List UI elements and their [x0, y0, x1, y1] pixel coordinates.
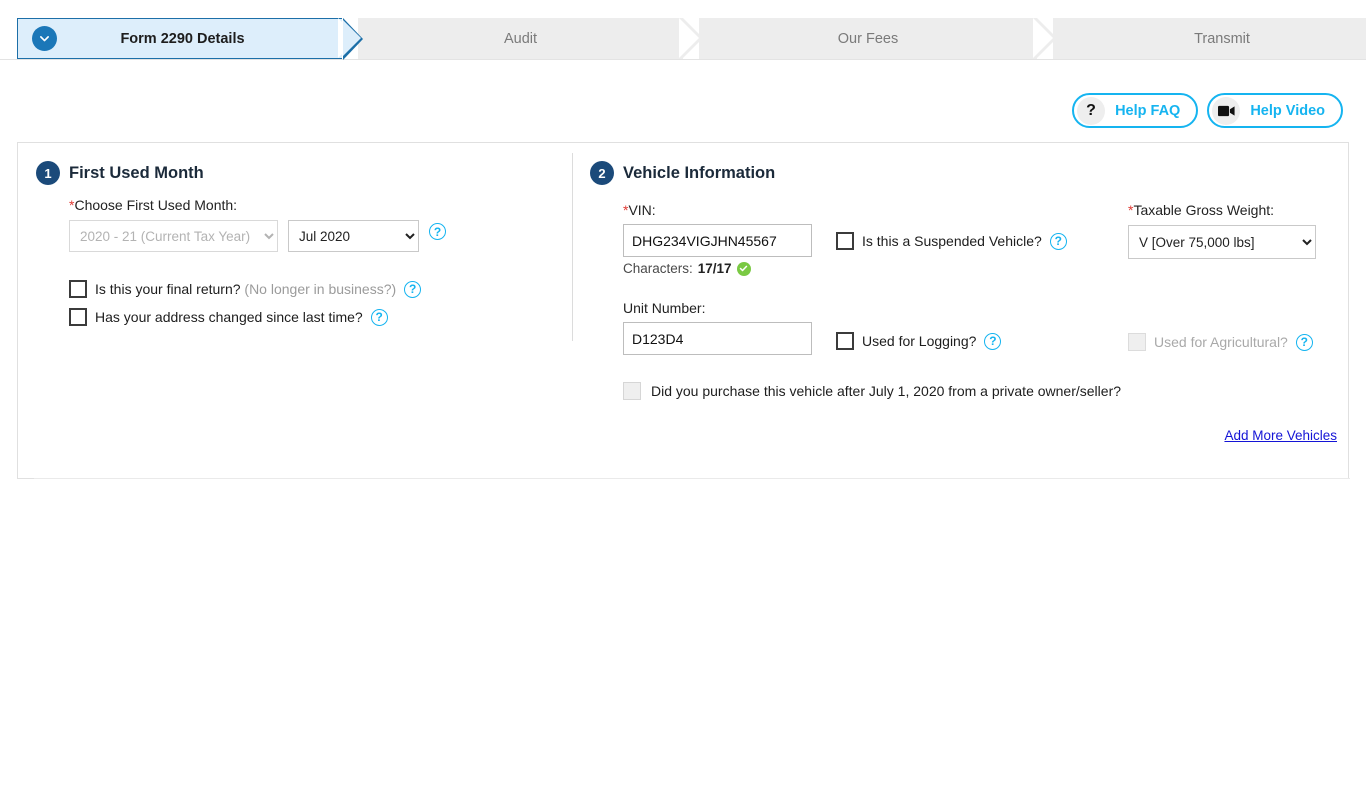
vin-label-text: VIN:	[628, 202, 656, 218]
used-for-agricultural-row: Used for Agricultural? ?	[1128, 333, 1313, 351]
tax-year-select[interactable]: 2020 - 21 (Current Tax Year)	[69, 220, 278, 252]
chevron-down-icon	[32, 26, 57, 51]
taxable-gross-weight-label: *Taxable Gross Weight:	[1128, 202, 1274, 218]
help-video-button[interactable]: Help Video	[1207, 93, 1343, 128]
characters-label: Characters:	[623, 261, 693, 276]
section-number-badge: 2	[590, 161, 614, 185]
final-return-row[interactable]: Is this your final return? (No longer in…	[69, 280, 422, 298]
suspended-vehicle-help-icon[interactable]: ?	[1049, 232, 1067, 250]
characters-count: 17/17	[697, 261, 732, 276]
video-camera-icon	[1212, 96, 1241, 125]
column-divider	[572, 153, 573, 341]
choose-first-used-month-label: *Choose First Used Month:	[69, 197, 237, 213]
purchased-after-date-checkbox[interactable]	[623, 382, 641, 400]
add-more-vehicles-link[interactable]: Add More Vehicles	[1224, 428, 1337, 443]
wizard-step-our-fees[interactable]: Our Fees	[679, 18, 1057, 59]
vin-label: *VIN:	[623, 202, 656, 218]
section-1-title: 1 First Used Month	[36, 161, 204, 185]
wizard-step-label: Transmit	[1194, 30, 1250, 47]
suspended-vehicle-row[interactable]: Is this a Suspended Vehicle? ?	[836, 232, 1067, 250]
wizard-step-transmit[interactable]: Transmit	[1033, 18, 1366, 59]
wizard-step-audit[interactable]: Audit	[338, 18, 703, 59]
first-used-month-help-icon[interactable]: ?	[429, 223, 446, 240]
address-changed-row[interactable]: Has your address changed since last time…	[69, 308, 388, 326]
suspended-vehicle-checkbox[interactable]	[836, 232, 854, 250]
used-for-logging-label: Used for Logging?	[862, 333, 977, 349]
section-number-badge: 1	[36, 161, 60, 185]
panel-bottom-divider	[34, 478, 1350, 479]
address-changed-label: Has your address changed since last time…	[95, 309, 363, 325]
used-for-logging-checkbox[interactable]	[836, 332, 854, 350]
wizard-step-label: Audit	[503, 30, 538, 47]
suspended-vehicle-label: Is this a Suspended Vehicle?	[862, 233, 1042, 249]
help-faq-button[interactable]: ? Help FAQ	[1072, 93, 1199, 128]
section-2-heading: Vehicle Information	[623, 163, 776, 182]
vin-character-counter: Characters: 17/17	[623, 261, 751, 276]
used-for-logging-row[interactable]: Used for Logging? ?	[836, 332, 1002, 350]
used-for-agricultural-checkbox	[1128, 333, 1146, 351]
wizard-steps: Form 2290 Details Audit Our Fees Transmi…	[17, 18, 1366, 60]
section-2-title: 2 Vehicle Information	[590, 161, 775, 185]
wizard-step-form-2290-details[interactable]: Form 2290 Details	[17, 18, 363, 60]
used-for-logging-help-icon[interactable]: ?	[984, 332, 1002, 350]
section-1-heading: First Used Month	[69, 163, 204, 182]
help-buttons: ? Help FAQ Help Video	[1072, 93, 1343, 128]
purchased-after-date-row[interactable]: Did you purchase this vehicle after July…	[623, 382, 1121, 400]
help-faq-label: Help FAQ	[1115, 102, 1181, 119]
unit-number-input[interactable]	[623, 322, 812, 355]
taxable-gross-weight-select[interactable]: V [Over 75,000 lbs]	[1128, 225, 1316, 259]
help-video-label: Help Video	[1250, 102, 1325, 119]
address-changed-help-icon[interactable]: ?	[370, 308, 388, 326]
wizard-step-label: Form 2290 Details	[120, 30, 245, 47]
wizard-step-label: Our Fees	[837, 30, 899, 47]
used-for-agricultural-help-icon[interactable]: ?	[1295, 333, 1313, 351]
wizard-step-bar: Form 2290 Details Audit Our Fees Transmi…	[0, 0, 1366, 60]
first-used-month-select[interactable]: Jul 2020	[288, 220, 419, 252]
unit-number-label: Unit Number:	[623, 300, 706, 316]
form-panel: 1 First Used Month *Choose First Used Mo…	[17, 142, 1350, 479]
final-return-help-icon[interactable]: ?	[404, 280, 422, 298]
choose-first-used-month-text: Choose First Used Month:	[74, 197, 238, 213]
taxable-gross-weight-text: Taxable Gross Weight:	[1133, 202, 1275, 218]
final-return-label: Is this your final return? (No longer in…	[95, 281, 397, 297]
used-for-agricultural-label: Used for Agricultural?	[1154, 334, 1288, 350]
purchased-after-date-label: Did you purchase this vehicle after July…	[651, 383, 1122, 399]
green-check-icon	[736, 261, 751, 276]
question-mark-icon: ?	[1077, 96, 1106, 125]
final-return-checkbox[interactable]	[69, 280, 87, 298]
address-changed-checkbox[interactable]	[69, 308, 87, 326]
step-arrow	[342, 20, 361, 56]
vin-input[interactable]	[623, 224, 812, 257]
